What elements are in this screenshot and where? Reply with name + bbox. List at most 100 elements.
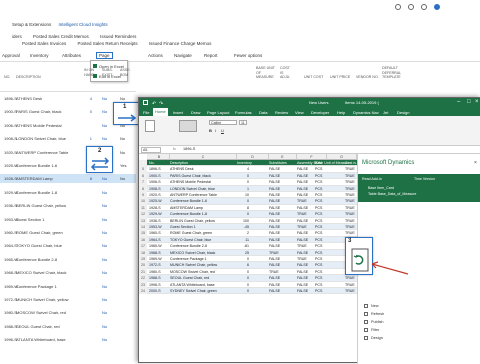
cell-no[interactable]: 2000-S: [149, 289, 161, 293]
cell-no[interactable]: 1960-S: [149, 231, 161, 235]
cell-description[interactable]: ANTWERP Conference Table: [170, 193, 217, 197]
help-icon[interactable]: [434, 4, 440, 10]
cell-no[interactable]: 1908-S: [4, 136, 17, 141]
cell-no[interactable]: 1980-S: [149, 270, 161, 274]
cell-substitutes[interactable]: FALSE: [269, 238, 280, 242]
action-approval[interactable]: Approval: [2, 53, 20, 58]
list-item[interactable]: 1928-S AMSTERDAM Lamp 8 No No: [0, 174, 136, 184]
cell-no[interactable]: 1980-S: [4, 310, 17, 315]
breadcrumb-item[interactable]: Setup & Extensions: [12, 22, 51, 27]
cell-inventory[interactable]: 10: [237, 193, 249, 197]
cell-inventory[interactable]: 0: [237, 270, 249, 274]
bold-button[interactable]: B: [209, 128, 212, 133]
cell-no[interactable]: 1929-W: [149, 212, 162, 216]
cell-no[interactable]: 1920-S: [149, 193, 161, 197]
action-inventory[interactable]: Inventory: [30, 53, 49, 58]
underline-button[interactable]: U: [221, 128, 224, 133]
breadcrumb-item[interactable]: Intelligent Cloud Insights: [59, 22, 108, 27]
cell-desc[interactable]: Conference Bundle 2-8: [16, 257, 57, 262]
font-size-select[interactable]: 11: [239, 120, 247, 125]
pane-action-design[interactable]: Design: [364, 336, 383, 340]
nav-link[interactable]: Issued Finance Charge Memos: [149, 41, 212, 46]
cell-inventory[interactable]: -45: [237, 225, 249, 229]
cell-no[interactable]: 1996-S: [149, 283, 161, 287]
action-fewer-options[interactable]: Fewer options: [234, 53, 262, 58]
table-header-cell[interactable]: No.: [149, 161, 155, 165]
tab-review[interactable]: Review: [275, 110, 288, 115]
cell-assembly-bom[interactable]: FALSE: [297, 187, 308, 191]
tab-insert[interactable]: Insert: [173, 110, 183, 115]
list-item[interactable]: 1953-W Guest Section 1 No: [0, 215, 136, 224]
cell-description[interactable]: ATHENS Desk: [170, 167, 194, 171]
cell-description[interactable]: MEXICO Swivel Chair, black: [170, 251, 215, 255]
cell-desc[interactable]: LONDON Swivel Chair, blue: [16, 136, 66, 141]
cell-description[interactable]: Conference Package 1: [170, 257, 207, 261]
cell-inventory[interactable]: 0: [237, 174, 249, 178]
cell-assembly-bom[interactable]: FALSE: [297, 219, 308, 223]
cell-desc[interactable]: ANTWERP Conference Table: [16, 150, 68, 155]
gear-icon[interactable]: [421, 4, 427, 10]
cell-no[interactable]: 1996-S: [4, 337, 17, 342]
tab-design[interactable]: Design: [397, 110, 409, 115]
cell-assembly-bom[interactable]: FALSE: [297, 180, 308, 184]
cell-desc[interactable]: Guest Section 1: [16, 217, 44, 222]
cell-no[interactable]: 1925-W: [149, 199, 162, 203]
name-box[interactable]: A5: [141, 147, 161, 153]
redo-icon[interactable]: ↷: [159, 101, 163, 107]
cell-substitutes[interactable]: FALSE: [269, 219, 280, 223]
cell-substitutes[interactable]: FALSE: [269, 180, 280, 184]
cell-substitutes[interactable]: FALSE: [269, 289, 280, 293]
cell-no[interactable]: 1908-S: [149, 187, 161, 191]
cell-cost-adjusted[interactable]: TRUE: [345, 289, 355, 293]
tab-jet[interactable]: Jet: [383, 110, 388, 115]
cell-assembly-bom[interactable]: FALSE: [297, 276, 308, 280]
cell-description[interactable]: AMSTERDAM Lamp: [170, 206, 203, 210]
cell-substitutes[interactable]: FALSE: [269, 174, 280, 178]
cell-cost-adjusted[interactable]: TRUE: [345, 212, 355, 216]
cell-cost-adjusted[interactable]: TRUE: [345, 219, 355, 223]
col-header[interactable]: ASSE. BOM: [120, 68, 132, 77]
cell-cost-adjusted[interactable]: TRUE: [345, 180, 355, 184]
list-item[interactable]: 1936-S BERLIN Guest Chair, yellow No: [0, 201, 136, 210]
cell-no[interactable]: 1953-W: [149, 225, 162, 229]
list-item[interactable]: 1908-S LONDON Swivel Chair, blue 1 No No: [0, 134, 136, 143]
cell-inventory[interactable]: 100: [237, 219, 249, 223]
pane-action-filter[interactable]: Filter: [364, 328, 379, 332]
col-header[interactable]: DESCRIPTION: [16, 75, 41, 80]
cell-desc[interactable]: Conference Bundle 1-6: [16, 163, 57, 168]
table-header-cell[interactable]: Inventory: [237, 161, 252, 165]
cell-cost-adjusted[interactable]: TRUE: [345, 199, 355, 203]
cell-description[interactable]: TOKYO Guest Chair, blue: [170, 238, 211, 242]
cell-base-uom[interactable]: PCS: [315, 257, 322, 261]
refresh-all-icon[interactable]: [179, 120, 197, 132]
cell-no[interactable]: 1900-S: [149, 174, 161, 178]
cell-no[interactable]: 1968-S: [4, 270, 17, 275]
cell-assembly-bom[interactable]: TRUE: [297, 257, 307, 261]
formula-input[interactable]: 1896-S: [183, 147, 195, 151]
cell-assembly-bom[interactable]: FALSE: [297, 238, 308, 242]
list-item[interactable]: 1925-WConference Bundle 1-6NoYes: [0, 161, 136, 170]
cell-base-uom[interactable]: PCS: [315, 225, 322, 229]
cell-description[interactable]: Conference Bundle 1-8: [170, 212, 207, 216]
cell-desc[interactable]: ROME Guest Chair, green: [16, 230, 63, 235]
cell-description[interactable]: Conference Bundle 2-8: [170, 244, 207, 248]
cell-description[interactable]: BERLIN Guest Chair, yellow: [170, 219, 215, 223]
cell-assembly-bom[interactable]: FALSE: [297, 263, 308, 267]
save-icon[interactable]: [143, 100, 148, 105]
cell-desc[interactable]: ATHENS Desk: [16, 96, 42, 101]
cell-inventory[interactable]: 0: [237, 276, 249, 280]
tab-draw[interactable]: Draw: [191, 110, 200, 115]
cell-assembly-bom[interactable]: TRUE: [297, 244, 307, 248]
cell-inventory[interactable]: 4: [237, 167, 249, 171]
cell-no[interactable]: 1896-S: [4, 96, 17, 101]
cell-assembly-bom[interactable]: FALSE: [297, 193, 308, 197]
col-header[interactable]: UNIT COST: [304, 75, 323, 80]
cell-base-uom[interactable]: PCS: [315, 263, 322, 267]
cell-no[interactable]: 1972-S: [149, 263, 161, 267]
cell-substitutes[interactable]: FALSE: [269, 244, 280, 248]
cell-base-uom[interactable]: PCS: [315, 276, 322, 280]
minimize-icon[interactable]: –: [457, 99, 460, 105]
cell-substitutes[interactable]: FALSE: [269, 187, 280, 191]
action-attributes[interactable]: Attributes: [62, 53, 81, 58]
nav-link[interactable]: Posted Sales Return Receipts: [78, 41, 138, 46]
